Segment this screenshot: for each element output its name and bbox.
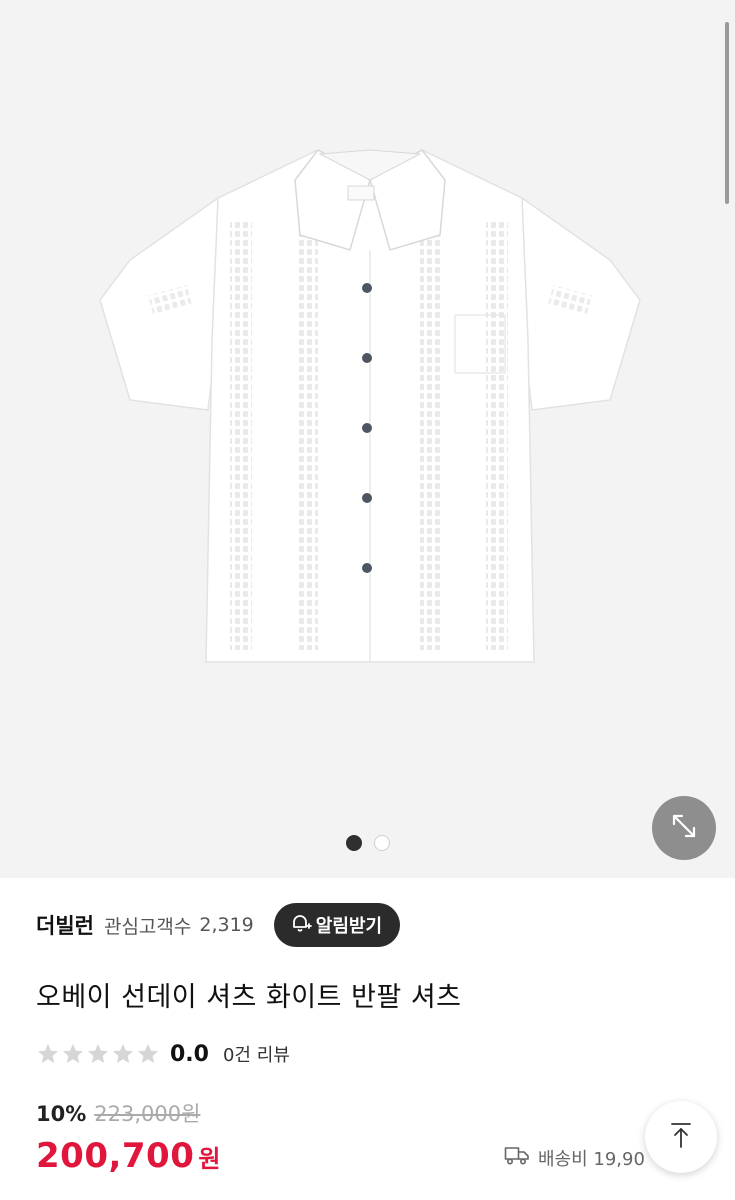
star-icon bbox=[63, 1044, 83, 1063]
star-rating bbox=[36, 1042, 160, 1066]
shipping-fee: 배송비 19,90 bbox=[538, 1148, 645, 1170]
rating-value: 0.0 bbox=[170, 1041, 209, 1067]
original-price: 223,000원 bbox=[94, 1102, 201, 1126]
review-count[interactable]: 0건 리뷰 bbox=[223, 1041, 290, 1067]
sale-price: 200,700 bbox=[36, 1136, 195, 1176]
carousel-dot-1[interactable] bbox=[345, 835, 362, 851]
star-icon bbox=[113, 1044, 133, 1063]
truck-icon bbox=[504, 1144, 530, 1171]
brand-row: 더빌런 관심고객수 2,319 알림받기 bbox=[36, 903, 401, 947]
carousel-dot-2[interactable] bbox=[373, 835, 390, 851]
product-image[interactable] bbox=[90, 140, 650, 670]
currency-unit: 원 bbox=[198, 1145, 221, 1173]
scrollbar[interactable] bbox=[725, 22, 729, 204]
expand-image-button[interactable] bbox=[652, 796, 716, 860]
scroll-to-top-button[interactable] bbox=[645, 1101, 717, 1173]
brand-name[interactable]: 더빌런 bbox=[36, 910, 94, 940]
product-image-carousel[interactable] bbox=[0, 0, 735, 878]
star-icon bbox=[38, 1044, 58, 1063]
rating-row[interactable]: 0.0 0건 리뷰 bbox=[36, 1038, 290, 1070]
arrow-up-icon bbox=[666, 1120, 696, 1154]
alert-subscribe-button[interactable]: 알림받기 bbox=[273, 903, 401, 947]
followers-count: 2,319 bbox=[199, 914, 254, 936]
carousel-indicator bbox=[0, 835, 735, 851]
expand-icon bbox=[669, 811, 699, 845]
price-row: 200,700 원 bbox=[36, 1136, 220, 1176]
alert-button-label: 알림받기 bbox=[315, 916, 383, 937]
followers-label: 관심고객수 bbox=[103, 915, 192, 938]
star-icon bbox=[138, 1044, 158, 1063]
bell-plus-icon bbox=[290, 912, 312, 939]
discount-row: 10% 223,000원 bbox=[36, 1098, 200, 1128]
star-icon bbox=[88, 1044, 108, 1063]
product-title: 오베이 선데이 셔츠 화이트 반팔 셔츠 bbox=[36, 982, 462, 1013]
shipping-info: 배송비 19,90 bbox=[504, 1144, 645, 1171]
discount-percent: 10% bbox=[36, 1102, 87, 1126]
